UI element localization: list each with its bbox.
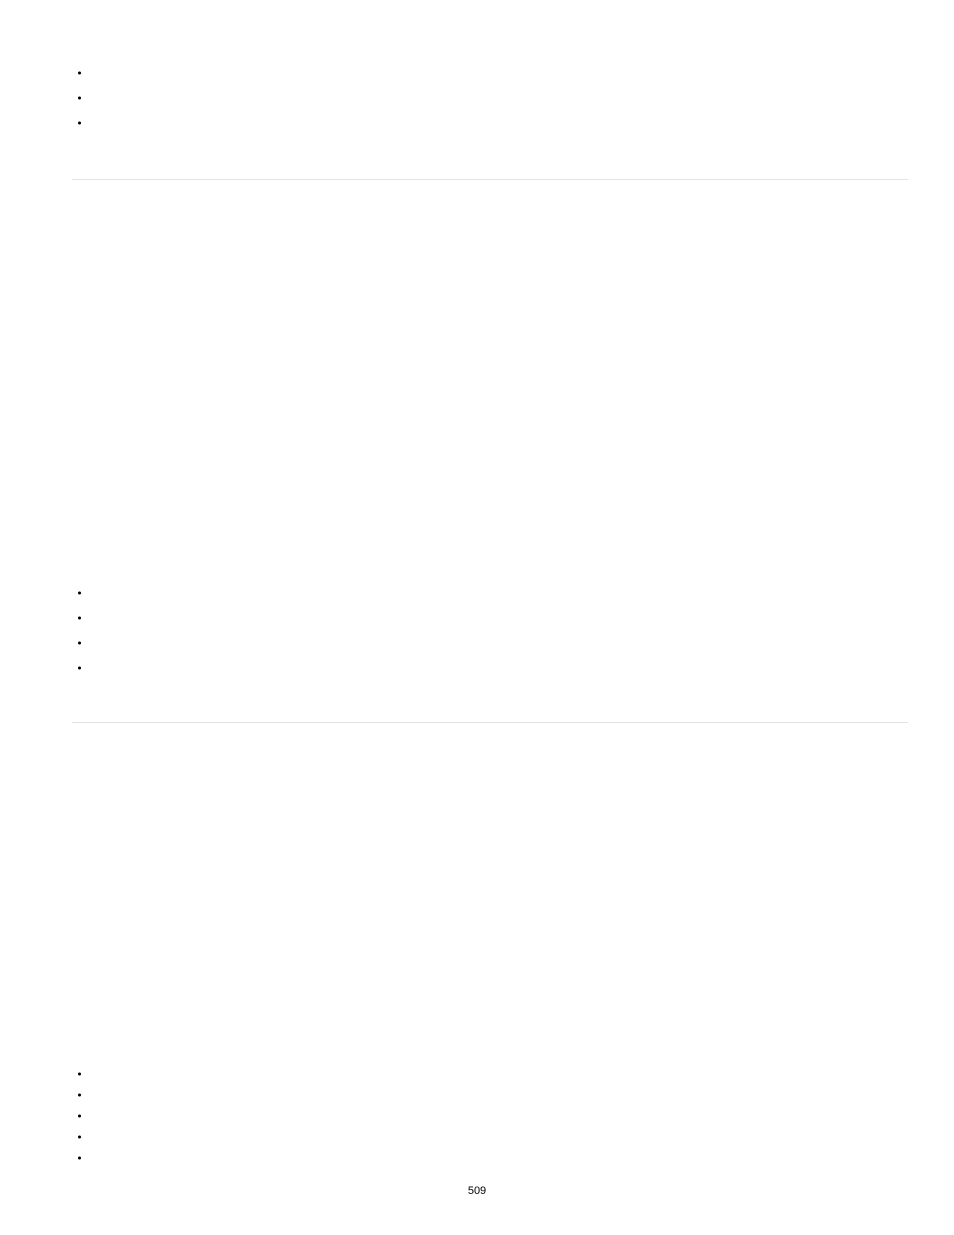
list-item <box>72 655 908 680</box>
list-item <box>72 1126 908 1147</box>
list-item <box>72 1084 908 1105</box>
list-item <box>72 630 908 655</box>
list-item <box>72 85 908 110</box>
bullet-list-2 <box>72 580 908 680</box>
list-item <box>72 580 908 605</box>
list-item <box>72 110 908 135</box>
divider <box>72 179 908 180</box>
divider <box>72 722 908 723</box>
page-number: 509 <box>468 1185 486 1197</box>
document-content <box>72 0 908 1168</box>
bullet-list-3 <box>72 1063 908 1168</box>
list-item <box>72 1147 908 1168</box>
bullet-list-1 <box>72 60 908 135</box>
list-item <box>72 1105 908 1126</box>
list-item <box>72 60 908 85</box>
list-item <box>72 605 908 630</box>
list-item <box>72 1063 908 1084</box>
